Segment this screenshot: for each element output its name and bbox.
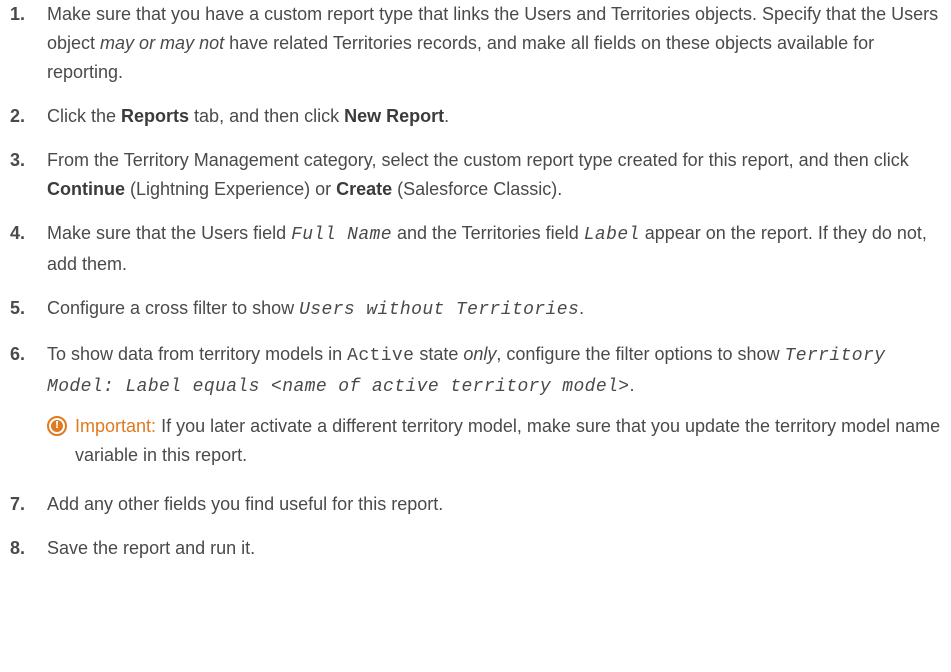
important-note: ! Important: If you later activate a dif… bbox=[47, 412, 941, 470]
step-text: Add any other fields you find useful for… bbox=[47, 494, 444, 514]
step-2: 2. Click the Reports tab, and then click… bbox=[0, 102, 951, 131]
code-label: Label bbox=[583, 225, 640, 245]
code-active: Active bbox=[347, 346, 415, 366]
step-1: 1. Make sure that you have a custom repo… bbox=[0, 0, 951, 87]
step-number: 3. bbox=[10, 150, 26, 170]
important-text: If you later activate a different territ… bbox=[75, 416, 941, 465]
document-page: 1. Make sure that you have a custom repo… bbox=[0, 0, 951, 672]
ui-term-reports: Reports bbox=[121, 106, 190, 126]
step-text: Configure a cross filter to show Users w… bbox=[47, 298, 585, 320]
ui-term-new-report: New Report bbox=[344, 106, 445, 126]
step-number: 8. bbox=[10, 538, 26, 558]
step-4: 4. Make sure that the Users field Full N… bbox=[0, 219, 951, 279]
step-text: Click the Reports tab, and then click Ne… bbox=[47, 106, 450, 126]
step-text: Make sure that you have a custom report … bbox=[47, 4, 939, 82]
code-users-without-territories: Users without Territories bbox=[299, 300, 580, 320]
step-text: Make sure that the Users field Full Name… bbox=[47, 223, 927, 274]
step-number: 2. bbox=[10, 106, 26, 126]
emphasis: may or may not bbox=[100, 33, 225, 53]
important-label: Important: bbox=[75, 416, 157, 436]
step-number: 5. bbox=[10, 298, 26, 318]
important-exclamation-icon: ! bbox=[47, 416, 67, 436]
ui-term-create: Create bbox=[336, 179, 393, 199]
step-5: 5. Configure a cross filter to show User… bbox=[0, 294, 951, 325]
procedure-steps: 1. Make sure that you have a custom repo… bbox=[0, 0, 951, 563]
step-8: 8. Save the report and run it. bbox=[0, 534, 951, 563]
step-number: 4. bbox=[10, 223, 26, 243]
step-3: 3. From the Territory Management categor… bbox=[0, 146, 951, 204]
step-7: 7. Add any other fields you find useful … bbox=[0, 490, 951, 519]
ui-term-continue: Continue bbox=[47, 179, 125, 199]
code-full-name: Full Name bbox=[291, 225, 392, 245]
emphasis: only bbox=[463, 344, 497, 364]
step-text: Save the report and run it. bbox=[47, 538, 256, 558]
step-number: 6. bbox=[10, 344, 26, 364]
step-6: 6. To show data from territory models in… bbox=[0, 340, 951, 402]
step-number: 7. bbox=[10, 494, 26, 514]
step-text: From the Territory Management category, … bbox=[47, 150, 909, 199]
step-text: To show data from territory models in Ac… bbox=[47, 344, 886, 397]
step-number: 1. bbox=[10, 4, 26, 24]
